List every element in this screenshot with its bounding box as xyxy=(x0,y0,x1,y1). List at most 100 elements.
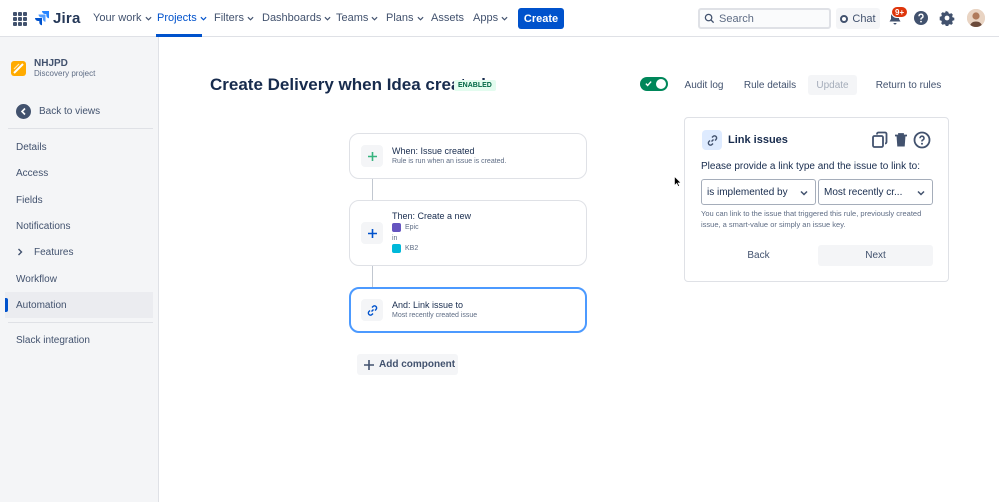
sidebar-item-details[interactable]: Details xyxy=(5,134,153,160)
create-button[interactable]: Create xyxy=(518,8,564,29)
chat-button[interactable]: Chat xyxy=(836,8,880,29)
project-name: NHJPD xyxy=(34,58,68,69)
chevron-down-icon xyxy=(247,16,254,21)
sidebar-item-access[interactable]: Access xyxy=(5,160,153,186)
check-icon xyxy=(645,81,652,87)
app-switcher-icon[interactable] xyxy=(13,12,27,26)
add-component-button[interactable]: Add component xyxy=(357,354,458,375)
sidebar-item-label: Slack integration xyxy=(16,334,90,346)
epic-icon xyxy=(392,223,401,232)
issue-type-row: Epic xyxy=(392,223,419,232)
nav-label: Plans xyxy=(386,12,414,24)
jira-logo[interactable]: Jira xyxy=(34,9,81,27)
return-to-rules-button[interactable]: Return to rules xyxy=(870,75,947,95)
chevron-down-icon xyxy=(800,190,808,196)
sidebar-item-automation[interactable]: Automation xyxy=(5,292,153,318)
avatar-image xyxy=(967,9,985,27)
chat-icon xyxy=(840,14,849,23)
link-icon xyxy=(361,299,383,321)
link-target-select[interactable]: Most recently cr... xyxy=(818,179,933,205)
plus-icon xyxy=(361,222,383,244)
nav-projects[interactable]: Projects xyxy=(157,12,207,24)
panel-helper-text: You can link to the issue that triggered… xyxy=(701,209,922,229)
link-type-select[interactable]: is implemented by xyxy=(701,179,816,205)
update-button[interactable]: Update xyxy=(808,75,857,95)
sidebar-divider xyxy=(8,322,153,323)
project-row: KB2 xyxy=(392,244,418,253)
search-input[interactable] xyxy=(719,12,819,25)
sidebar-item-label: Fields xyxy=(16,194,43,206)
sidebar-item-slack-integration[interactable]: Slack integration xyxy=(5,327,153,353)
logo-text: Jira xyxy=(53,9,81,27)
rule-enabled-toggle[interactable] xyxy=(640,77,668,91)
back-button[interactable]: Back xyxy=(701,245,816,266)
panel-prompt: Please provide a link type and the issue… xyxy=(701,161,921,172)
add-component-label: Add component xyxy=(379,359,456,370)
project-avatar-icon xyxy=(392,244,401,253)
back-to-views-link[interactable]: Back to views xyxy=(16,104,100,119)
nav-teams[interactable]: Teams xyxy=(336,12,378,24)
sidebar-item-fields[interactable]: Fields xyxy=(5,187,153,213)
chevron-down-icon xyxy=(200,16,207,21)
nav-label: Teams xyxy=(336,12,369,24)
help-icon[interactable] xyxy=(913,10,929,26)
notification-badge: 9+ xyxy=(891,6,909,18)
sidebar-item-features[interactable]: Features xyxy=(5,239,153,265)
chat-label: Chat xyxy=(852,12,876,25)
page-title: Create Delivery when Idea created xyxy=(210,75,486,94)
project-label: KB2 xyxy=(405,245,419,252)
chevron-down-icon xyxy=(417,16,424,21)
sidebar-item-workflow[interactable]: Workflow xyxy=(5,266,153,292)
link-target-value: Most recently cr... xyxy=(824,186,903,198)
nav-dashboards[interactable]: Dashboards xyxy=(262,12,331,24)
nav-your-work[interactable]: Your work xyxy=(93,12,152,24)
sidebar-item-label: Notifications xyxy=(16,220,71,232)
plus-icon xyxy=(364,359,374,370)
help-icon[interactable] xyxy=(913,131,931,149)
project-type: Discovery project xyxy=(34,69,96,78)
copy-icon[interactable] xyxy=(871,131,889,149)
nav-label: Projects xyxy=(157,12,197,24)
nav-filters[interactable]: Filters xyxy=(214,12,254,24)
trigger-title: When: Issue created xyxy=(392,146,475,156)
chevron-down-icon xyxy=(371,16,378,21)
issue-type-label: Epic xyxy=(405,224,419,231)
panel-title: Link issues xyxy=(728,134,788,146)
nav-apps[interactable]: Apps xyxy=(473,12,508,24)
nav-label: Apps xyxy=(473,12,499,24)
trigger-card[interactable]: When: Issue created Rule is run when an … xyxy=(349,133,587,179)
chevron-down-icon xyxy=(917,190,925,196)
next-button[interactable]: Next xyxy=(818,245,933,266)
link-card-title: And: Link issue to xyxy=(392,300,464,310)
search-box[interactable] xyxy=(698,8,831,29)
audit-log-button[interactable]: Audit log xyxy=(678,75,730,95)
chevron-down-icon xyxy=(324,16,331,21)
link-card-subtitle: Most recently created issue xyxy=(392,312,478,319)
project-sidebar: NHJPD Discovery project Back to views De… xyxy=(0,37,159,502)
component-config-panel: Link issues Please provide a link type a… xyxy=(684,117,949,282)
toggle-knob xyxy=(656,79,666,89)
nav-label: Assets xyxy=(431,12,465,24)
chevron-down-icon xyxy=(501,16,508,21)
top-navigation: Jira Your work Projects Filters Dashboar… xyxy=(0,0,999,37)
sidebar-item-label: Access xyxy=(16,167,49,179)
status-badge: ENABLED xyxy=(454,80,496,91)
rule-details-button[interactable]: Rule details xyxy=(740,75,800,95)
plus-icon xyxy=(361,145,383,167)
nav-plans[interactable]: Plans xyxy=(386,12,424,24)
settings-icon[interactable] xyxy=(939,10,955,26)
nav-active-indicator xyxy=(156,34,202,37)
project-icon xyxy=(11,61,26,76)
trash-icon[interactable] xyxy=(892,131,910,149)
search-icon xyxy=(704,13,715,24)
avatar[interactable] xyxy=(967,9,985,27)
nav-assets[interactable]: Assets xyxy=(431,12,464,24)
chevron-right-icon[interactable] xyxy=(16,248,24,256)
action-card[interactable]: Then: Create a new Epic in KB2 xyxy=(349,200,587,266)
sidebar-item-label: Features xyxy=(34,246,74,258)
sidebar-item-notifications[interactable]: Notifications xyxy=(5,213,153,239)
link-issue-card[interactable]: And: Link issue to Most recently created… xyxy=(349,287,587,333)
connector-label: in xyxy=(392,235,398,242)
sidebar-item-label: Automation xyxy=(16,299,67,311)
sidebar-divider xyxy=(8,128,153,129)
